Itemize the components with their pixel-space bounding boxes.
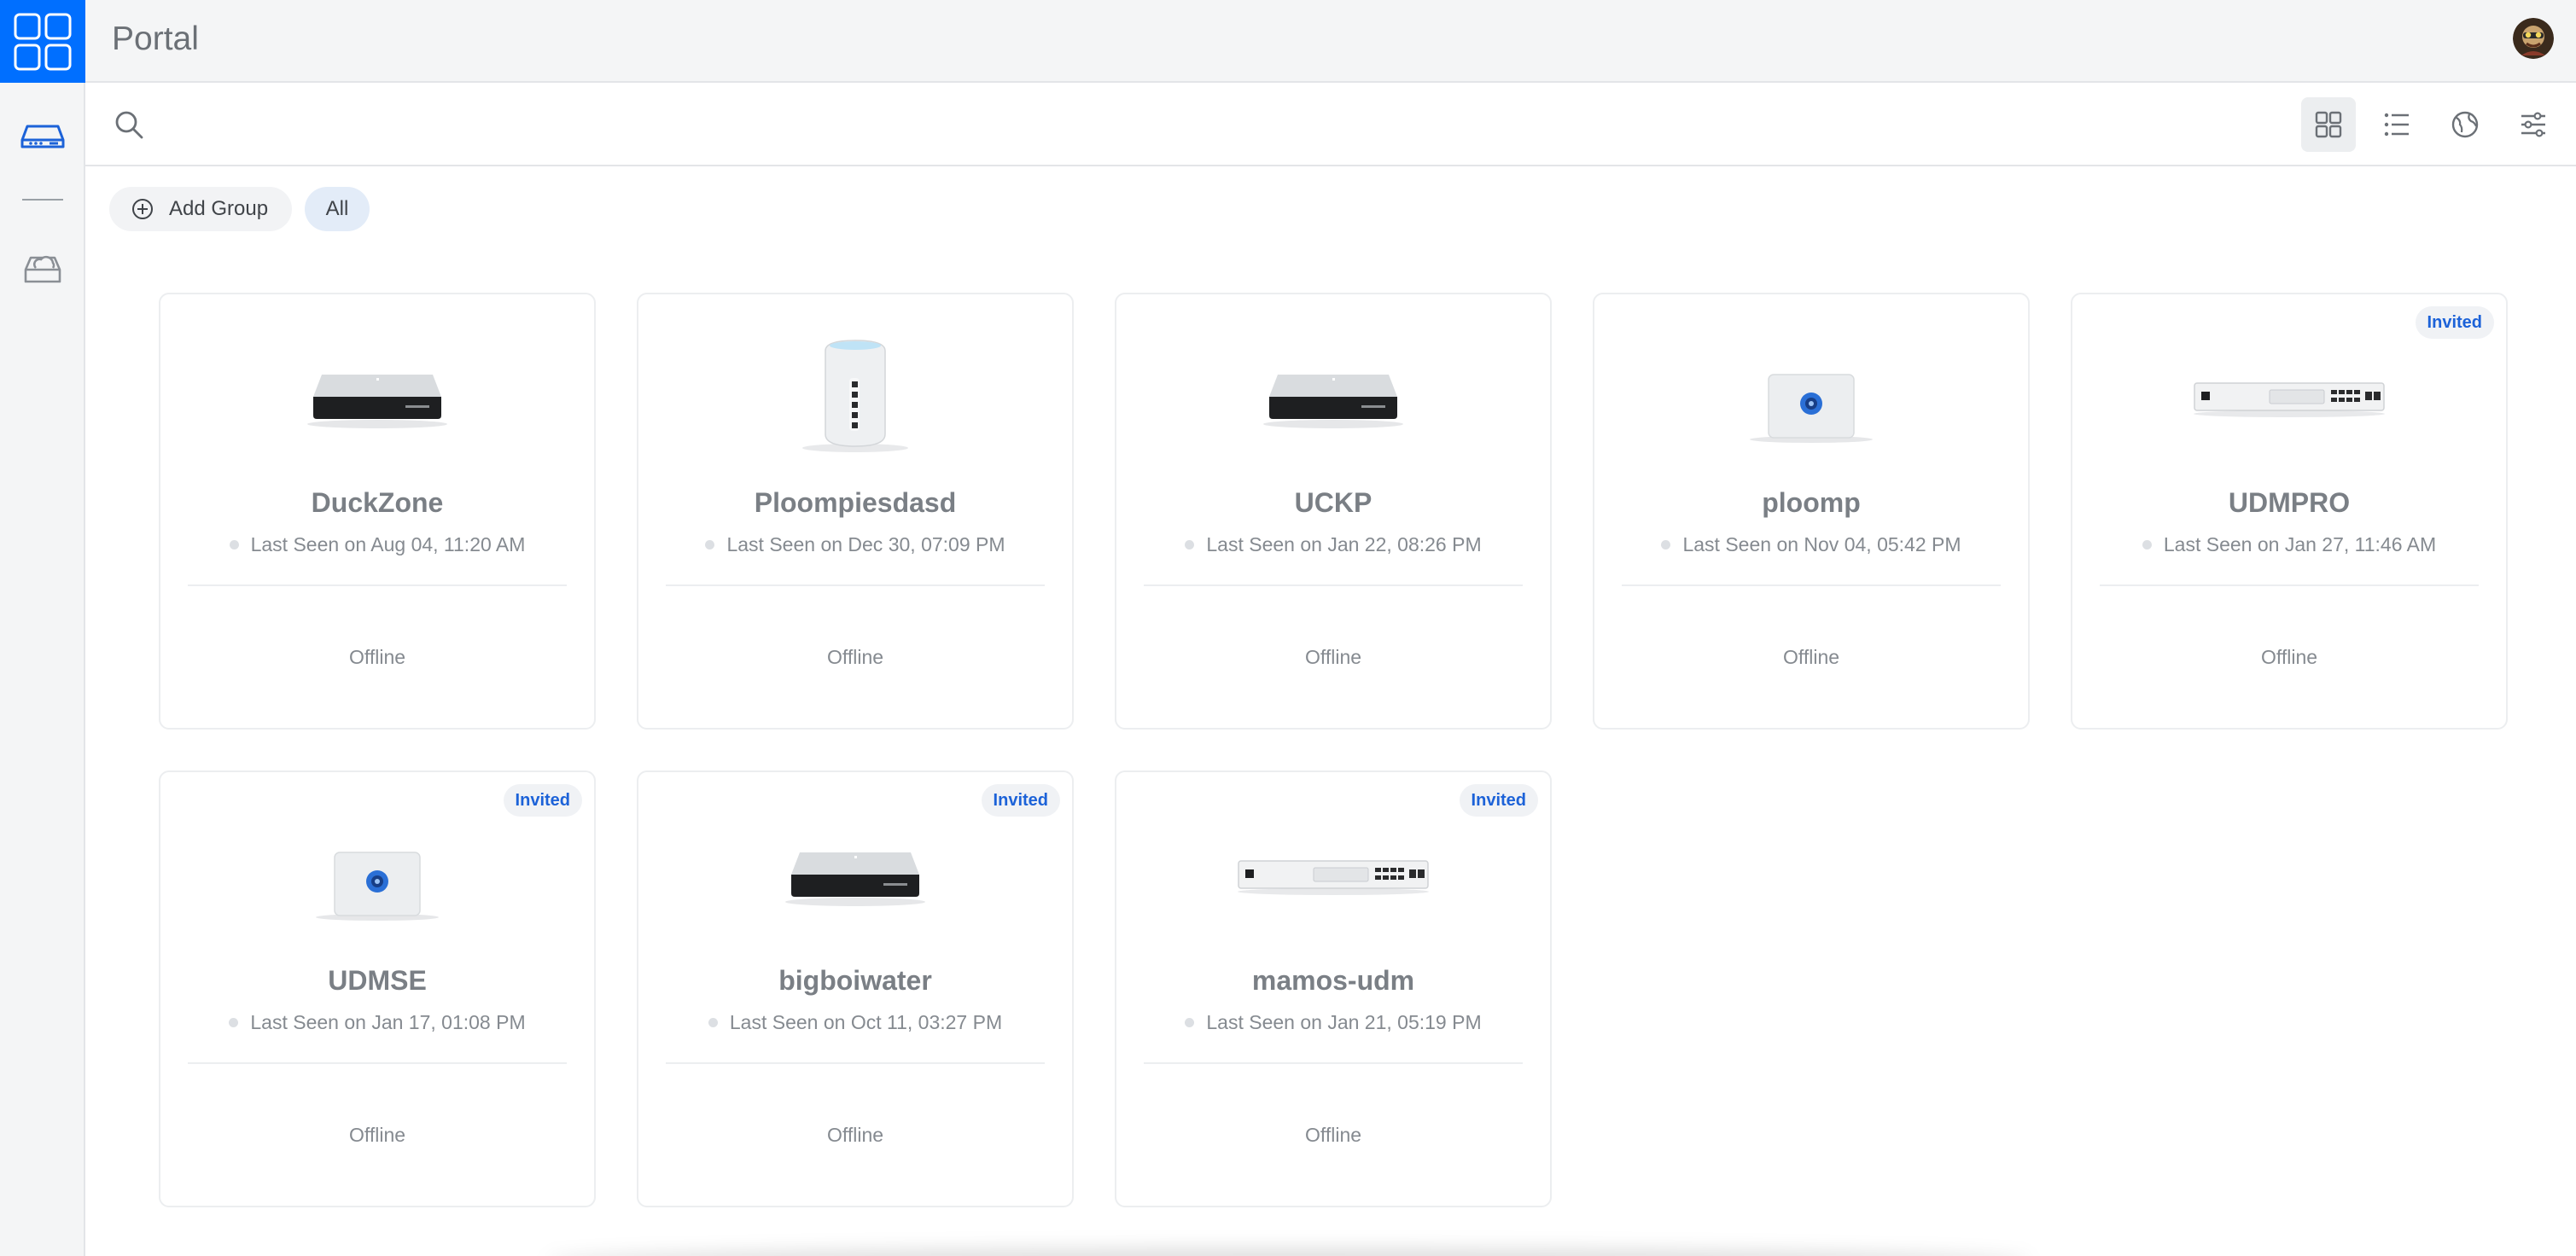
status-dot bbox=[705, 540, 715, 550]
card-divider bbox=[666, 1062, 1045, 1064]
device-image bbox=[1261, 363, 1406, 435]
device-card-2[interactable]: UCKP Last Seen on Jan 22, 08:26 PM Offli… bbox=[1115, 293, 1552, 730]
rail-divider bbox=[22, 199, 63, 201]
filters-button[interactable] bbox=[2506, 97, 2561, 152]
console-icon[interactable] bbox=[12, 106, 73, 167]
device-status: Offline bbox=[2260, 646, 2318, 668]
device-status: Offline bbox=[1782, 646, 1840, 668]
grid-view-icon bbox=[2315, 111, 2342, 138]
device-status: Offline bbox=[348, 1124, 406, 1146]
globe-icon bbox=[2451, 111, 2479, 138]
search-icon[interactable] bbox=[113, 108, 145, 141]
card-divider bbox=[188, 1062, 567, 1064]
last-seen-text: Last Seen on Aug 04, 11:20 AM bbox=[250, 533, 526, 555]
status-dot bbox=[229, 1018, 239, 1027]
avatar[interactable] bbox=[2513, 18, 2554, 59]
device-status: Offline bbox=[1304, 646, 1362, 668]
device-image bbox=[2191, 376, 2387, 423]
add-group-button[interactable]: Add Group bbox=[109, 187, 292, 231]
device-card-5[interactable]: Invited UDMSE Last Seen on Jan 17, 01:08… bbox=[159, 770, 596, 1207]
group-filter-all[interactable]: All bbox=[305, 187, 370, 231]
last-seen-text: Last Seen on Jan 17, 01:08 PM bbox=[250, 1011, 526, 1033]
card-divider bbox=[666, 584, 1045, 586]
device-name: mamos-udm bbox=[1251, 965, 1415, 996]
device-card-3[interactable]: ploomp Last Seen on Nov 04, 05:42 PM Off… bbox=[1593, 293, 2030, 730]
invited-badge: Invited bbox=[1459, 784, 1538, 817]
cloud-gateway-icon[interactable] bbox=[12, 236, 73, 297]
card-divider bbox=[1622, 584, 2001, 586]
search-input[interactable] bbox=[155, 102, 1692, 148]
last-seen: Last Seen on Oct 11, 03:27 PM bbox=[638, 1011, 1072, 1034]
invited-badge: Invited bbox=[981, 784, 1060, 817]
last-seen: Last Seen on Dec 30, 07:09 PM bbox=[638, 533, 1072, 556]
top-bar: Portal bbox=[85, 0, 2576, 83]
device-card-1[interactable]: Ploompiesdasd Last Seen on Dec 30, 07:09… bbox=[637, 293, 1074, 730]
status-dot bbox=[2142, 540, 2152, 550]
page-title: Portal bbox=[112, 20, 199, 57]
device-name: Ploompiesdasd bbox=[754, 487, 957, 518]
device-status: Offline bbox=[348, 646, 406, 668]
last-seen: Last Seen on Nov 04, 05:42 PM bbox=[1594, 533, 2028, 556]
device-name: UCKP bbox=[1294, 487, 1373, 518]
list-view-button[interactable] bbox=[2369, 97, 2424, 152]
device-status: Offline bbox=[826, 646, 884, 668]
device-image bbox=[783, 840, 928, 913]
status-dot bbox=[708, 1018, 718, 1027]
card-divider bbox=[1144, 584, 1523, 586]
device-status: Offline bbox=[826, 1124, 884, 1146]
add-group-label: Add Group bbox=[169, 197, 269, 220]
status-dot bbox=[1185, 540, 1195, 550]
status-dot bbox=[229, 540, 239, 550]
filters-icon bbox=[2521, 112, 2545, 137]
map-view-button[interactable] bbox=[2438, 97, 2492, 152]
sidebar-rail bbox=[0, 0, 85, 1256]
last-seen-text: Last Seen on Jan 21, 05:19 PM bbox=[1206, 1011, 1482, 1033]
card-divider bbox=[2100, 584, 2479, 586]
device-status: Offline bbox=[1304, 1124, 1362, 1146]
device-image bbox=[800, 334, 911, 457]
status-dot bbox=[1185, 1018, 1195, 1027]
device-card-7[interactable]: Invited mamos-udm Last Seen on Jan 21, 0… bbox=[1115, 770, 1552, 1207]
list-view-icon bbox=[2384, 113, 2409, 137]
last-seen-text: Last Seen on Oct 11, 03:27 PM bbox=[729, 1011, 1003, 1033]
invited-badge: Invited bbox=[503, 784, 582, 817]
invited-badge: Invited bbox=[2415, 306, 2494, 339]
device-image bbox=[1747, 368, 1875, 449]
device-image bbox=[305, 363, 450, 435]
plus-circle-icon bbox=[132, 199, 153, 219]
status-dot bbox=[1661, 540, 1671, 550]
card-divider bbox=[1144, 1062, 1523, 1064]
device-image bbox=[1235, 854, 1431, 901]
device-card-4[interactable]: Invited UDMPRO Last Seen on Jan 27, 11:4… bbox=[2071, 293, 2508, 730]
grid-view-button[interactable] bbox=[2301, 97, 2356, 152]
bottom-shadow bbox=[546, 1247, 2031, 1256]
last-seen-text: Last Seen on Jan 22, 08:26 PM bbox=[1206, 533, 1482, 555]
device-card-6[interactable]: Invited bigboiwater Last Seen on Oct 11,… bbox=[637, 770, 1074, 1207]
last-seen: Last Seen on Jan 17, 01:08 PM bbox=[160, 1011, 594, 1034]
device-image bbox=[313, 846, 441, 927]
last-seen: Last Seen on Jan 22, 08:26 PM bbox=[1116, 533, 1550, 556]
last-seen: Last Seen on Jan 21, 05:19 PM bbox=[1116, 1011, 1550, 1034]
device-name: DuckZone bbox=[311, 487, 444, 518]
last-seen: Last Seen on Aug 04, 11:20 AM bbox=[160, 533, 594, 556]
device-name: UDMSE bbox=[328, 965, 427, 996]
device-name: bigboiwater bbox=[778, 965, 932, 996]
last-seen-text: Last Seen on Jan 27, 11:46 AM bbox=[2163, 533, 2437, 555]
search-toolbar bbox=[85, 83, 2576, 166]
ui-grid-logo-icon[interactable] bbox=[0, 0, 85, 83]
card-divider bbox=[188, 584, 567, 586]
last-seen: Last Seen on Jan 27, 11:46 AM bbox=[2072, 533, 2506, 556]
device-name: UDMPRO bbox=[2228, 487, 2351, 518]
device-name: ploomp bbox=[1762, 487, 1861, 518]
device-card-0[interactable]: DuckZone Last Seen on Aug 04, 11:20 AM O… bbox=[159, 293, 596, 730]
last-seen-text: Last Seen on Nov 04, 05:42 PM bbox=[1682, 533, 1961, 555]
last-seen-text: Last Seen on Dec 30, 07:09 PM bbox=[726, 533, 1005, 555]
